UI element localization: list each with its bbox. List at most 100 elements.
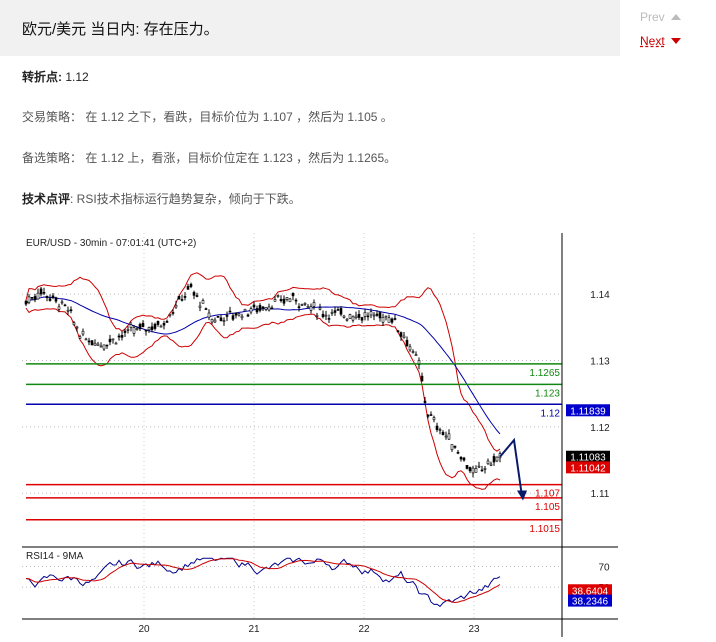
candle-body: [264, 306, 268, 310]
candle-body: [372, 314, 376, 317]
candle-body: [162, 322, 166, 326]
candle-body: [258, 305, 262, 311]
page-title: 欧元/美元 当日内: 存在压力。: [22, 21, 219, 38]
candle-body: [192, 292, 196, 296]
candle-body: [84, 338, 88, 341]
candle-body: [150, 326, 154, 330]
candle-body: [96, 343, 100, 346]
caret-up-icon: [670, 14, 681, 20]
candle-body: [201, 300, 205, 304]
candle-body: [342, 315, 346, 318]
candle-body: [429, 414, 433, 416]
level-label: 1.12: [541, 408, 561, 419]
pivot-label: 转折点:: [22, 70, 62, 84]
candle-body: [273, 299, 277, 302]
candle-body: [420, 375, 424, 382]
candle-body: [231, 315, 235, 320]
candle-body: [348, 314, 352, 319]
candle-body: [363, 312, 367, 317]
candle-body: [354, 315, 358, 318]
candle-body: [228, 310, 232, 313]
candle-body: [180, 299, 184, 301]
price-chart-svg: 1.12651.1231.121.1071.1051.1015 1.141.13…: [22, 233, 618, 637]
candle-body: [366, 315, 370, 318]
candle-body: [183, 296, 187, 298]
prev-link[interactable]: Prev: [640, 10, 681, 30]
candle-body: [222, 320, 226, 322]
strategy-line: 交易策略： 在 1.12 之下，看跌，目标价位为 1.107 ，然后为 1.10…: [22, 108, 393, 125]
candle-body: [135, 328, 139, 330]
candle-body: [459, 456, 463, 460]
candle-body: [210, 318, 214, 323]
candle-body: [72, 322, 76, 326]
candle-body: [399, 332, 403, 337]
candle-body: [174, 305, 178, 308]
candle-body: [93, 342, 97, 346]
candle-body: [408, 346, 412, 351]
candle-body: [306, 306, 310, 308]
candle-body: [249, 308, 253, 313]
candle-body: [465, 465, 469, 469]
candle-body: [48, 298, 52, 301]
candle-body: [447, 433, 451, 440]
price-tick-label: 1.13: [590, 357, 610, 368]
candle-body: [321, 313, 325, 318]
candle-body: [219, 317, 223, 322]
candle-body: [423, 400, 427, 403]
candle-body: [255, 308, 259, 313]
candle-body: [57, 306, 61, 310]
candle-body: [246, 314, 250, 317]
candle-body: [369, 311, 373, 316]
candle-body: [111, 338, 115, 341]
pivot-line: 转折点: 1.12: [22, 68, 89, 85]
candle-body: [27, 296, 31, 303]
pager: Prev Next: [640, 10, 681, 48]
candle-body: [129, 324, 133, 328]
candle-body: [276, 295, 280, 297]
candle-body: [36, 292, 40, 300]
candle-body: [24, 300, 28, 305]
candle-body: [42, 292, 46, 294]
candle-body: [126, 329, 130, 331]
candle-body: [138, 324, 142, 330]
candle-body: [147, 327, 151, 331]
candle-body: [171, 312, 175, 314]
candle-body: [153, 323, 157, 329]
candle-body: [291, 293, 295, 297]
candle-body: [381, 317, 385, 323]
candle-body: [87, 340, 91, 343]
candle-body: [324, 314, 328, 317]
candle-body: [336, 309, 340, 311]
candle-body: [213, 319, 217, 323]
candle-body: [78, 336, 82, 339]
candle-body: [360, 317, 364, 321]
candle-body: [186, 286, 190, 290]
candle-body: [453, 445, 457, 448]
time-tick-label: 20: [138, 624, 150, 635]
candle-body: [414, 354, 418, 356]
candle-body: [378, 312, 382, 319]
candle-body: [177, 295, 181, 300]
candle-body: [357, 313, 361, 318]
candle-body: [435, 425, 439, 430]
candle-body: [234, 312, 238, 316]
candle-body: [327, 318, 331, 320]
candle-body: [102, 344, 106, 350]
candle-body: [207, 312, 211, 318]
candle-body: [225, 315, 229, 317]
candle-body: [240, 315, 244, 319]
candle-body: [375, 313, 379, 316]
candle-body: [345, 318, 349, 321]
price-tick-label: 1.14: [590, 290, 610, 301]
price-tick-label: 1.11: [591, 489, 610, 500]
candle-body: [279, 299, 283, 302]
level-label: 1.123: [535, 388, 560, 399]
candle-body: [495, 456, 499, 462]
candle-body: [198, 305, 202, 308]
tech-comment-label: 技术点评: [22, 192, 71, 206]
strategy-label: 交易策略：: [22, 110, 83, 124]
candle-body: [483, 468, 487, 470]
price-tag-label: 1.11042: [570, 463, 606, 474]
next-link[interactable]: Next: [640, 34, 681, 48]
candle-body: [30, 297, 34, 299]
